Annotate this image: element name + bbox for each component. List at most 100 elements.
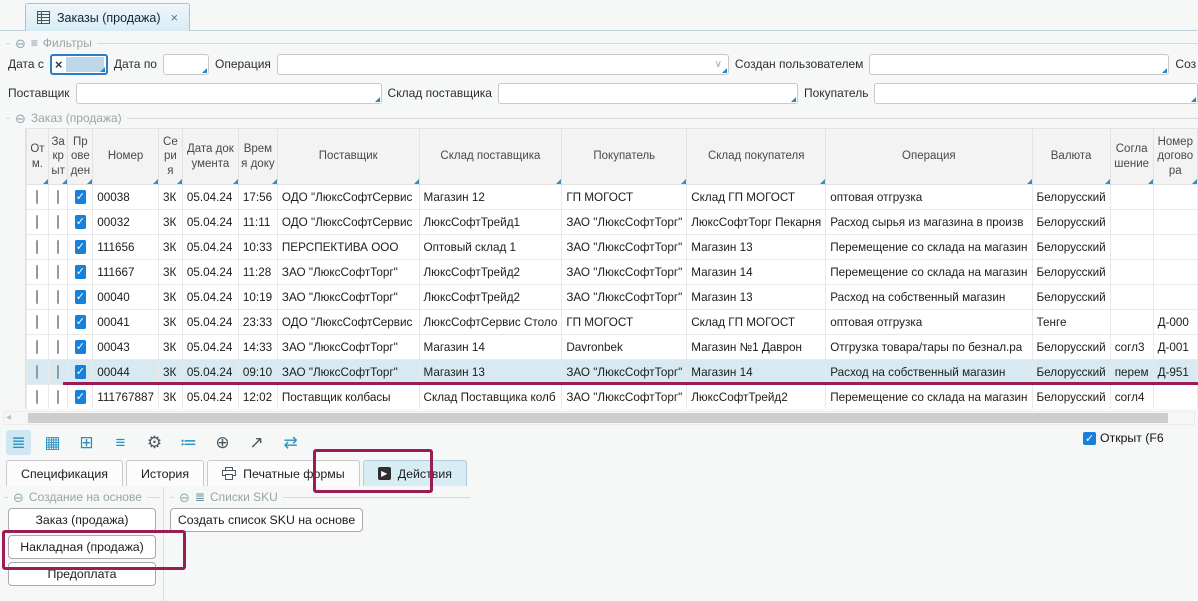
settings-gear-icon[interactable]: ⚙ [142,430,167,455]
table-row[interactable]: ✓000383К05.04.2417:56ОДО "ЛюксСофтСервис… [27,185,1198,210]
scrollbar-thumb[interactable] [28,413,1168,423]
supplier-warehouse-field[interactable] [498,83,798,104]
column-header-agreement[interactable]: Соглашение [1110,129,1153,185]
mark-checkbox[interactable] [36,365,38,379]
supplier-field[interactable] [76,83,382,104]
column-header-date[interactable]: Дата документа [182,129,238,185]
table-row[interactable]: ✓000443К05.04.2409:10ЗАО "ЛюксСофтТорг"М… [27,360,1198,385]
cell-supplier: ОДО "ЛюксСофтСервис [277,310,419,335]
collapse-icon[interactable]: ⊖ [15,112,26,125]
create-button-3[interactable]: Предоплата [8,562,156,586]
operation-combobox[interactable]: ∨ [277,54,729,75]
cell-buyer_wh: Склад ГП МОГОСТ [687,185,826,210]
tab-plain-спецификация[interactable]: Спецификация [6,460,123,486]
closed-checkbox[interactable] [57,365,59,379]
date-from-field[interactable]: × [50,54,108,75]
column-header-buyer[interactable]: Покупатель [562,129,687,185]
closed-checkbox[interactable] [57,265,59,279]
posted-checkbox[interactable]: ✓ [75,215,86,229]
posted-checkbox[interactable]: ✓ [75,265,86,279]
posted-checkbox[interactable]: ✓ [75,290,86,304]
mark-checkbox[interactable] [36,340,38,354]
cell-buyer_wh: Магазин 13 [687,235,826,260]
closed-checkbox[interactable] [57,390,59,404]
table-grid-icon[interactable]: ▦ [40,430,65,455]
posted-checkbox[interactable]: ✓ [75,390,86,404]
cell-number: 00043 [93,335,159,360]
table-row[interactable]: ✓1117678873К05.04.2412:02Поставщик колба… [27,385,1198,410]
clear-icon[interactable]: × [52,57,66,72]
mark-checkbox[interactable] [36,190,38,204]
close-icon[interactable]: × [171,11,179,24]
table-row[interactable]: ✓000433К05.04.2414:33ЗАО "ЛюксСофтТорг"М… [27,335,1198,360]
cell-posted: ✓ [68,260,93,285]
table-row[interactable]: ✓1116563К05.04.2410:33ПЕРСПЕКТИВА ООООпт… [27,235,1198,260]
column-header-series[interactable]: Серия [158,129,182,185]
posted-checkbox[interactable]: ✓ [75,190,86,204]
collapse-icon[interactable]: ⊖ [15,37,26,50]
create-button-1[interactable]: Заказ (продажа) [8,508,156,532]
column-header-posted[interactable]: Проведен [68,129,93,185]
closed-checkbox[interactable] [57,315,59,329]
cell-closed [48,310,68,335]
open-external-icon[interactable]: ↗ [244,430,269,455]
cell-buyer_wh: ЛюксСофтТрейд2 [687,385,826,410]
column-header-mark[interactable]: Отм. [27,129,49,185]
cell-supplier_wh: Магазин 13 [419,360,562,385]
collapse-icon[interactable]: ⊖ [13,491,24,504]
column-header-number[interactable]: Номер [93,129,159,185]
mark-checkbox[interactable] [36,265,38,279]
tab-play-действия[interactable]: ▶Действия [363,460,467,486]
table-row[interactable]: ✓000403К05.04.2410:19ЗАО "ЛюксСофтТорг"Л… [27,285,1198,310]
refresh-icon[interactable]: ⇄ [278,430,303,455]
closed-checkbox[interactable] [57,215,59,229]
column-header-contract[interactable]: Номер договора [1153,129,1197,185]
table-row[interactable]: ✓1116673К05.04.2411:28ЗАО "ЛюксСофтТорг"… [27,260,1198,285]
scroll-left-arrow-icon[interactable]: ◂ [6,412,11,424]
closed-checkbox[interactable] [57,240,59,254]
cell-contract [1153,210,1197,235]
calendar-add-icon[interactable]: ⊞ [74,430,99,455]
view-list-icon[interactable]: ≣ [6,430,31,455]
table-row[interactable]: ✓000413К05.04.2423:33ОДО "ЛюксСофтСервис… [27,310,1198,335]
cell-supplier_wh: Магазин 14 [419,335,562,360]
created-by-field[interactable] [869,54,1169,75]
checkbox-checked-icon[interactable]: ✓ [1083,432,1096,445]
app-window: Заказы (продажа) × ⊖ ≡ Фильтры Дата с × … [0,0,1198,601]
column-header-supplier_wh[interactable]: Склад поставщика [419,129,562,185]
column-header-operation[interactable]: Операция [826,129,1032,185]
add-row-icon[interactable]: ⊕ [210,430,235,455]
create-button-2[interactable]: Накладная (продажа) [8,535,156,559]
column-header-time[interactable]: Время доку [238,129,277,185]
column-header-closed[interactable]: Закрыт [48,129,68,185]
sku-button-1[interactable]: Создать список SKU на основе [170,508,363,532]
column-header-buyer_wh[interactable]: Склад покупателя [687,129,826,185]
mark-checkbox[interactable] [36,240,38,254]
cell-currency: Белорусский [1032,260,1110,285]
column-header-currency[interactable]: Валюта [1032,129,1110,185]
closed-checkbox[interactable] [57,340,59,354]
numbered-list-icon[interactable]: ≔ [176,430,201,455]
closed-checkbox[interactable] [57,190,59,204]
tab-orders-sales[interactable]: Заказы (продажа) × [25,3,190,31]
horizontal-scrollbar[interactable]: ◂ [3,411,1195,425]
cell-contract [1153,385,1197,410]
collapse-icon[interactable]: ⊖ [179,491,190,504]
date-to-field[interactable] [163,54,209,75]
open-f6-checkbox[interactable]: ✓ Открыт (F6 [1083,431,1164,445]
mark-checkbox[interactable] [36,215,38,229]
mark-checkbox[interactable] [36,390,38,404]
tab-printer-печатные-формы[interactable]: Печатные формы [207,460,360,486]
posted-checkbox[interactable]: ✓ [75,315,86,329]
mark-checkbox[interactable] [36,290,38,304]
table-row[interactable]: ✓000323К05.04.2411:11ОДО "ЛюксСофтСервис… [27,210,1198,235]
tab-plain-история[interactable]: История [126,460,204,486]
posted-checkbox[interactable]: ✓ [75,340,86,354]
mark-checkbox[interactable] [36,315,38,329]
posted-checkbox[interactable]: ✓ [75,240,86,254]
column-header-supplier[interactable]: Поставщик [277,129,419,185]
closed-checkbox[interactable] [57,290,59,304]
filter-icon[interactable]: ≡ [108,430,133,455]
buyer-field[interactable] [874,83,1198,104]
posted-checkbox[interactable]: ✓ [75,365,86,379]
